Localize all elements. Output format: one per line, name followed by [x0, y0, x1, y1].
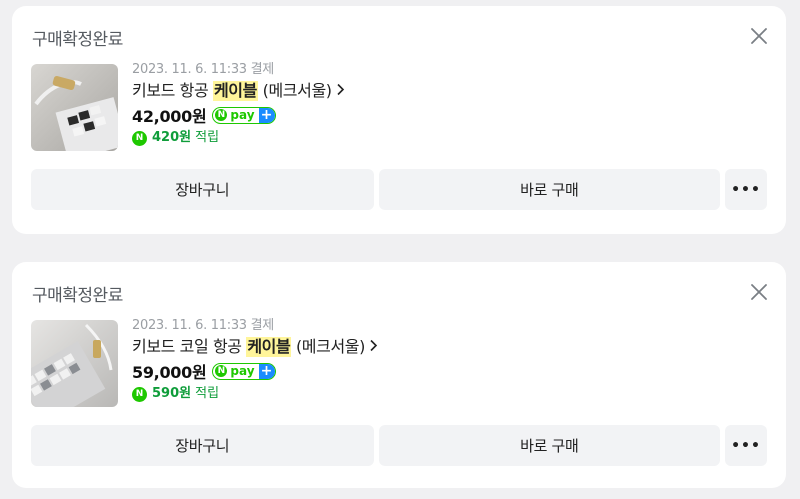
product-title-prefix: 키보드 코일 항공	[132, 337, 247, 356]
chevron-right-icon	[336, 81, 345, 101]
product-thumbnail[interactable]	[31, 320, 118, 407]
npay-plus-icon: +	[258, 107, 275, 123]
chevron-right-icon	[369, 337, 378, 357]
naver-points-icon: N	[132, 130, 147, 146]
npay-label: pay	[230, 364, 255, 378]
add-to-cart-button[interactable]: 장바구니	[31, 425, 374, 466]
npay-plus-icon: +	[258, 363, 275, 379]
npay-badge: N pay +	[212, 106, 276, 124]
npay-label: pay	[230, 108, 255, 122]
points-row: N 420원 적립	[132, 129, 766, 147]
price-row: 42,000원 N pay +	[132, 104, 766, 126]
order-status: 구매확정완료	[32, 286, 123, 306]
points-label: 적립	[195, 130, 220, 145]
order-actions: 장바구니 바로 구매 •••	[31, 169, 767, 210]
close-icon[interactable]	[750, 27, 768, 45]
order-card: 구매확정완료	[12, 6, 786, 234]
naver-n-icon: N	[215, 109, 228, 121]
close-icon[interactable]	[750, 283, 768, 301]
product-info: 2023. 11. 6. 11:33 결제 키보드 항공 케이블 (메크서울) …	[132, 62, 766, 147]
product-title-highlight: 케이블	[212, 81, 258, 101]
product-title-link[interactable]: 키보드 코일 항공 케이블 (메크서울)	[132, 337, 766, 357]
naver-points-icon: N	[132, 386, 147, 402]
more-options-button[interactable]: •••	[725, 425, 767, 466]
points-amount: 590원	[152, 386, 192, 401]
payment-date: 2023. 11. 6. 11:33 결제	[132, 62, 274, 77]
add-to-cart-button[interactable]: 장바구니	[31, 169, 374, 210]
product-price: 42,000원	[132, 107, 207, 126]
product-price: 59,000원	[132, 363, 207, 382]
product-title-suffix: (메크서울)	[257, 81, 332, 100]
product-info: 2023. 11. 6. 11:33 결제 키보드 코일 항공 케이블 (메크서…	[132, 318, 766, 403]
product-title-suffix: (메크서울)	[291, 337, 365, 356]
order-card: 구매확정완료	[12, 262, 786, 488]
product-title-highlight: 케이블	[246, 337, 292, 357]
order-history-page: 구매확정완료 2023. 11. 6. 11:33 결제 키보드 항공 케이블 …	[0, 0, 800, 499]
buy-now-button[interactable]: 바로 구매	[378, 169, 721, 210]
points-label: 적립	[195, 386, 220, 401]
product-thumbnail[interactable]	[31, 64, 118, 151]
points-amount: 420원	[152, 130, 192, 145]
product-title-prefix: 키보드 항공	[132, 81, 213, 100]
buy-now-button[interactable]: 바로 구매	[378, 425, 721, 466]
price-row: 59,000원 N pay +	[132, 360, 766, 382]
npay-badge: N pay +	[212, 362, 276, 380]
order-status: 구매확정완료	[32, 30, 123, 50]
more-options-button[interactable]: •••	[725, 169, 767, 210]
points-row: N 590원 적립	[132, 385, 766, 403]
payment-date: 2023. 11. 6. 11:33 결제	[132, 318, 274, 333]
order-actions: 장바구니 바로 구매 •••	[31, 425, 767, 466]
product-title-link[interactable]: 키보드 항공 케이블 (메크서울)	[132, 81, 766, 101]
naver-n-icon: N	[215, 365, 228, 377]
